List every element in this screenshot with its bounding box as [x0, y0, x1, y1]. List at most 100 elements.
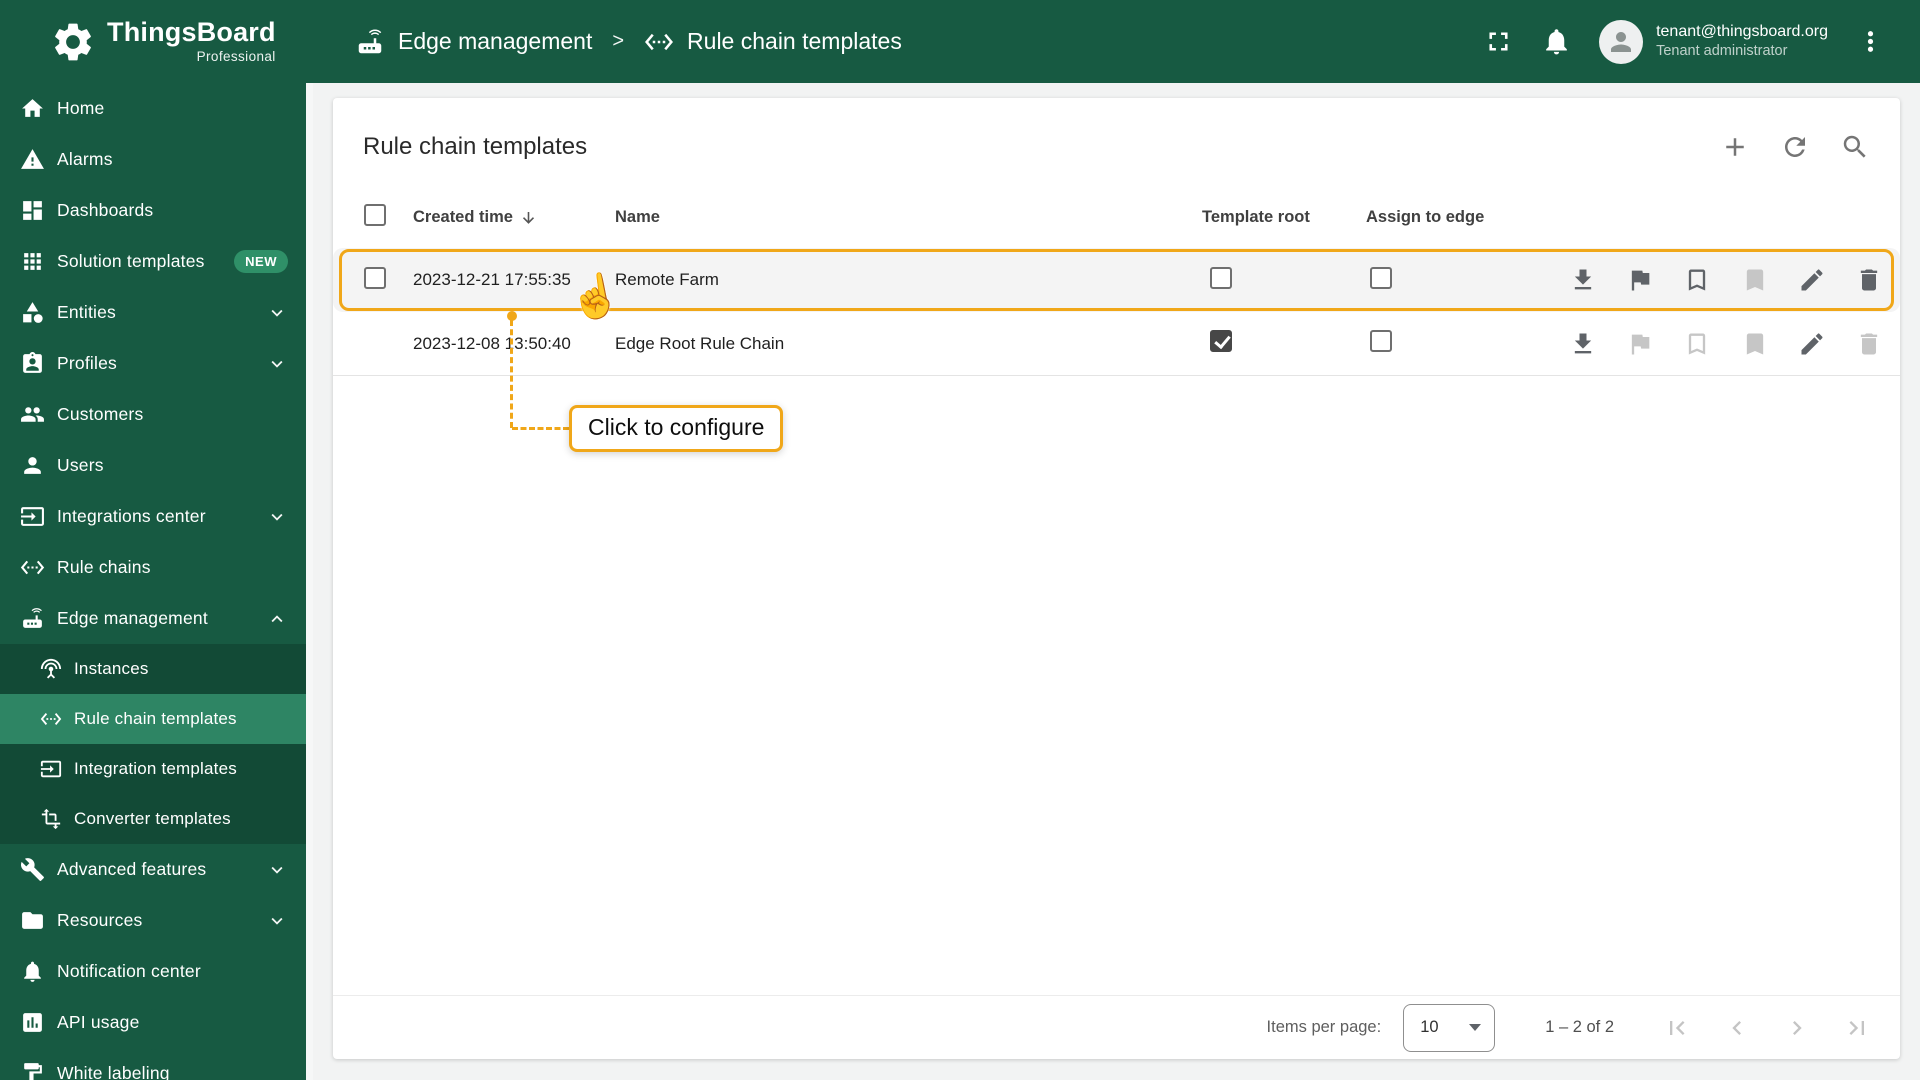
flag-icon[interactable]: [1623, 327, 1657, 361]
sidebar-item-solution-templates[interactable]: Solution templates NEW: [0, 236, 306, 287]
sidebar-item-label: Profiles: [57, 353, 117, 373]
sidebar-item-label: Integrations center: [57, 506, 206, 526]
row-select-checkbox[interactable]: [364, 266, 386, 289]
column-label: Name: [615, 207, 660, 226]
bookmark-outline-icon[interactable]: [1680, 263, 1714, 297]
person-icon: [1606, 27, 1636, 57]
table-row-remote-farm[interactable]: 2023-12-21 17:55:35 Remote Farm: [333, 248, 1900, 312]
download-icon[interactable]: [1566, 327, 1600, 361]
ethernet-icon: [20, 555, 45, 580]
sidebar-item-profiles[interactable]: Profiles: [0, 338, 306, 389]
folder-icon: [20, 908, 45, 933]
fullscreen-icon[interactable]: [1483, 26, 1514, 57]
sidebar-item-white-labeling[interactable]: White labeling: [0, 1048, 306, 1080]
user-menu[interactable]: tenant@thingsboard.org Tenant administra…: [1599, 19, 1828, 64]
bell-icon: [20, 959, 45, 984]
ethernet-icon: [40, 708, 62, 730]
refresh-icon[interactable]: [1780, 132, 1810, 162]
sidebar-item-customers[interactable]: Customers: [0, 389, 306, 440]
add-icon[interactable]: [1720, 132, 1750, 162]
sort-descending-icon: [519, 208, 538, 227]
sidebar-item-rule-chain-templates[interactable]: Rule chain templates: [0, 694, 306, 744]
sidebar-item-rule-chains[interactable]: Rule chains: [0, 542, 306, 593]
template-root-checkbox[interactable]: [1210, 330, 1232, 352]
input-icon: [20, 504, 45, 529]
bookmark-outline-icon[interactable]: [1680, 327, 1714, 361]
breadcrumb-parent[interactable]: Edge management: [398, 28, 592, 55]
previous-page-icon[interactable]: [1720, 1011, 1754, 1045]
sidebar-item-users[interactable]: Users: [0, 440, 306, 491]
sidebar-item-entities[interactable]: Entities: [0, 287, 306, 338]
warning-icon: [20, 147, 45, 172]
sidebar-item-label: Dashboards: [57, 200, 154, 220]
sidebar-item-label: API usage: [57, 1012, 140, 1032]
paint-icon: [20, 1061, 45, 1080]
delete-trash-icon[interactable]: [1852, 327, 1886, 361]
sidebar-item-instances[interactable]: Instances: [0, 644, 306, 694]
sidebar-item-api-usage[interactable]: API usage: [0, 997, 306, 1048]
brand-tagline: Professional: [196, 49, 276, 64]
row-actions: [1566, 263, 1886, 297]
table-row-edge-root-rule-chain[interactable]: 2023-12-08 13:50:40 Edge Root Rule Chain: [333, 312, 1900, 376]
next-page-icon[interactable]: [1780, 1011, 1814, 1045]
breadcrumb-separator: >: [612, 30, 625, 52]
sidebar-item-converter-templates[interactable]: Converter templates: [0, 794, 306, 844]
category-icon: [20, 300, 45, 325]
new-badge: NEW: [234, 250, 288, 273]
sidebar: ThingsBoard Professional Home Alarms Das…: [0, 0, 306, 1080]
page-title: Rule chain templates: [363, 133, 588, 160]
sidebar-item-dashboards[interactable]: Dashboards: [0, 185, 306, 236]
chevron-up-icon: [266, 608, 288, 630]
cell-created-time: 2023-12-21 17:55:35: [413, 270, 571, 289]
content-area: Rule chain templates Created time Name T…: [306, 83, 1920, 1080]
sidebar-scrollbar[interactable]: [306, 83, 313, 1080]
column-header-template-root[interactable]: Template root: [1202, 208, 1366, 227]
assign-to-edge-checkbox[interactable]: [1370, 266, 1392, 289]
rule-chain-templates-card: Rule chain templates Created time Name T…: [333, 98, 1900, 1059]
sidebar-item-label: Instances: [74, 659, 149, 678]
brand-logo[interactable]: ThingsBoard Professional: [0, 0, 306, 83]
app-window: ThingsBoard Professional Home Alarms Das…: [0, 0, 1920, 1080]
notifications-bell-icon[interactable]: [1541, 26, 1572, 57]
apps-grid-icon: [20, 249, 45, 274]
kebab-menu-icon[interactable]: [1855, 26, 1886, 57]
template-root-checkbox[interactable]: [1210, 266, 1232, 289]
paginator-range: 1 – 2 of 2: [1545, 1018, 1614, 1036]
sidebar-item-label: Converter templates: [74, 809, 231, 828]
sidebar-item-label: Solution templates: [57, 251, 205, 271]
sidebar-item-integrations-center[interactable]: Integrations center: [0, 491, 306, 542]
chevron-down-icon: [266, 506, 288, 528]
items-per-page-label: Items per page:: [1266, 1018, 1382, 1036]
edit-pencil-icon[interactable]: [1795, 327, 1829, 361]
bookmark-filled-icon[interactable]: [1738, 263, 1772, 297]
download-icon[interactable]: [1566, 263, 1600, 297]
delete-trash-icon[interactable]: [1852, 263, 1886, 297]
sidebar-item-alarms[interactable]: Alarms: [0, 134, 306, 185]
sidebar-item-home[interactable]: Home: [0, 83, 306, 134]
sidebar-item-edge-management[interactable]: Edge management: [0, 593, 306, 644]
assign-to-edge-checkbox[interactable]: [1370, 330, 1392, 352]
sidebar-item-integration-templates[interactable]: Integration templates: [0, 744, 306, 794]
column-header-name[interactable]: Name: [615, 208, 1202, 227]
first-page-icon[interactable]: [1660, 1011, 1694, 1045]
column-header-created-time[interactable]: Created time: [413, 208, 615, 227]
last-page-icon[interactable]: [1840, 1011, 1874, 1045]
edge-management-subgroup: Instances Rule chain templates Integrati…: [0, 644, 306, 844]
brand-name: ThingsBoard: [107, 17, 276, 47]
sidebar-item-advanced-features[interactable]: Advanced features: [0, 844, 306, 895]
column-header-assign-to-edge[interactable]: Assign to edge: [1366, 208, 1566, 227]
sidebar-item-resources[interactable]: Resources: [0, 895, 306, 946]
items-per-page-select[interactable]: 10: [1403, 1003, 1496, 1052]
search-icon[interactable]: [1840, 132, 1870, 162]
bookmark-filled-icon[interactable]: [1738, 327, 1772, 361]
flag-icon[interactable]: [1623, 263, 1657, 297]
avatar[interactable]: [1599, 19, 1644, 64]
sidebar-item-notification-center[interactable]: Notification center: [0, 946, 306, 997]
sidebar-item-label: Rule chains: [57, 557, 151, 577]
dashboards-icon: [20, 198, 45, 223]
select-all-checkbox[interactable]: [364, 203, 386, 226]
input-icon: [40, 758, 62, 780]
edit-pencil-icon[interactable]: [1795, 263, 1829, 297]
paginator: Items per page: 10 1 – 2 of 2: [333, 995, 1900, 1059]
chevron-down-icon: [266, 302, 288, 324]
